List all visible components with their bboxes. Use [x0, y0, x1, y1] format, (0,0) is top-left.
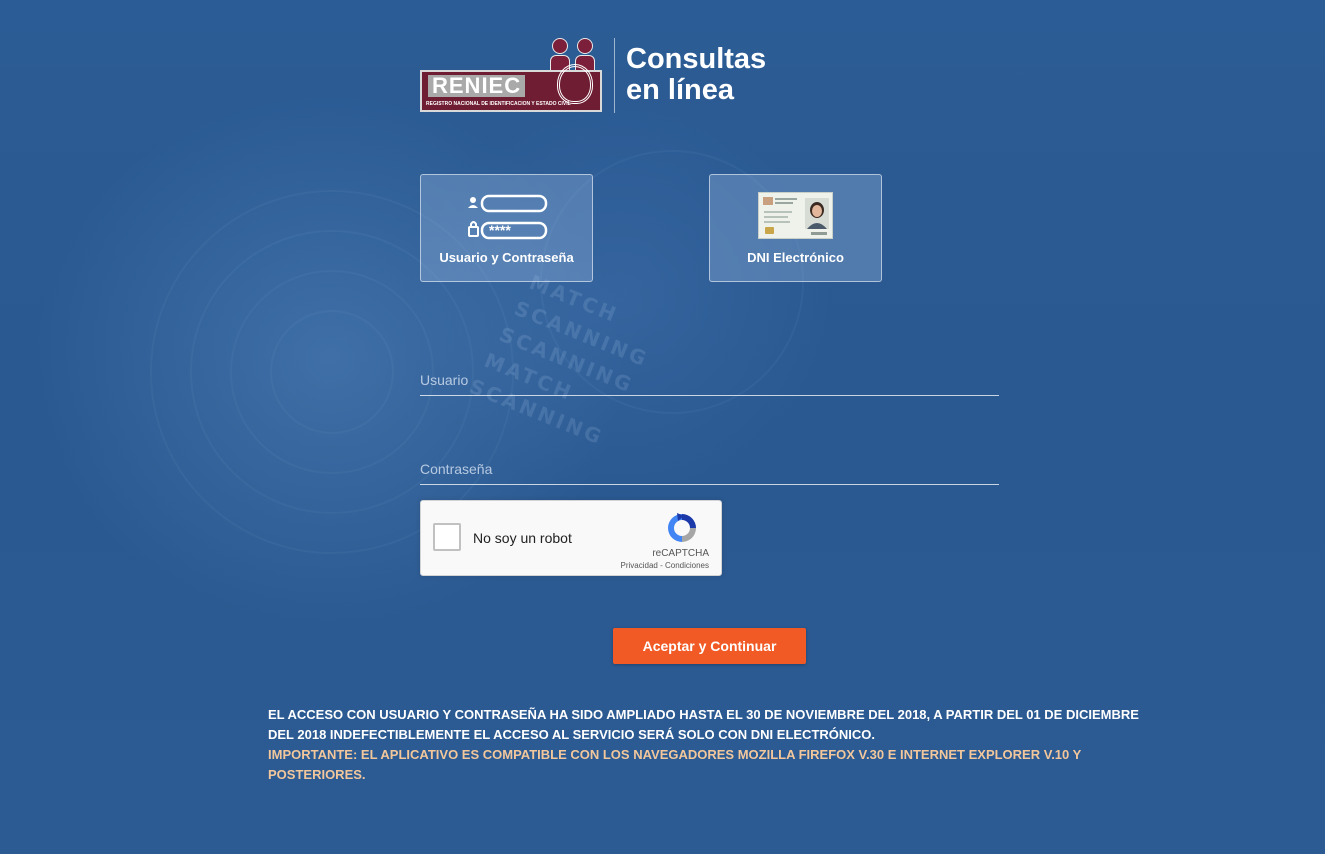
login-option-dni-label: DNI Electrónico: [747, 250, 844, 265]
password-mask: ****: [489, 222, 511, 238]
reniec-logo: RENIEC REGISTRO NACIONAL DE IDENTIFICACI…: [420, 38, 602, 112]
login-option-credentials[interactable]: **** Usuario y Contraseña: [420, 174, 593, 282]
recaptcha-logo-icon: [668, 513, 696, 542]
accept-continue-button[interactable]: Aceptar y Continuar: [613, 628, 806, 664]
page-title-line2: en línea: [626, 74, 734, 106]
username-input[interactable]: [420, 365, 999, 395]
recaptcha-label: No soy un robot: [473, 530, 572, 546]
access-notice: EL ACCESO CON USUARIO Y CONTRASEÑA HA SI…: [268, 705, 1168, 785]
header-divider: [614, 38, 615, 113]
page-title: Consultas en línea: [626, 44, 766, 106]
password-field-wrapper: [420, 454, 999, 485]
notice-important: IMPORTANTE: EL APLICATIVO ES COMPATIBLE …: [268, 747, 1082, 782]
recaptcha-brand: reCAPTCHA: [652, 548, 709, 559]
notice-main: EL ACCESO CON USUARIO Y CONTRASEÑA HA SI…: [268, 707, 1139, 742]
recaptcha-link-separator: -: [657, 561, 665, 570]
username-field-wrapper: [420, 365, 999, 396]
credentials-icon: ****: [468, 194, 548, 240]
recaptcha-links: Privacidad - Condiciones: [621, 561, 710, 570]
login-option-credentials-label: Usuario y Contraseña: [439, 250, 574, 265]
recaptcha-terms-link[interactable]: Condiciones: [665, 561, 709, 570]
fingerprint-icon: [557, 64, 593, 104]
recaptcha-checkbox[interactable]: [433, 523, 461, 551]
dni-card-icon: [758, 192, 833, 239]
page-title-line1: Consultas: [626, 43, 767, 75]
recaptcha-widget: No soy un robot reCAPTCHA Privacidad - C…: [420, 500, 722, 576]
password-input[interactable]: [420, 454, 999, 484]
recaptcha-privacy-link[interactable]: Privacidad: [621, 561, 658, 570]
login-option-dni[interactable]: DNI Electrónico: [709, 174, 882, 282]
logo-wordmark: RENIEC: [428, 75, 526, 97]
